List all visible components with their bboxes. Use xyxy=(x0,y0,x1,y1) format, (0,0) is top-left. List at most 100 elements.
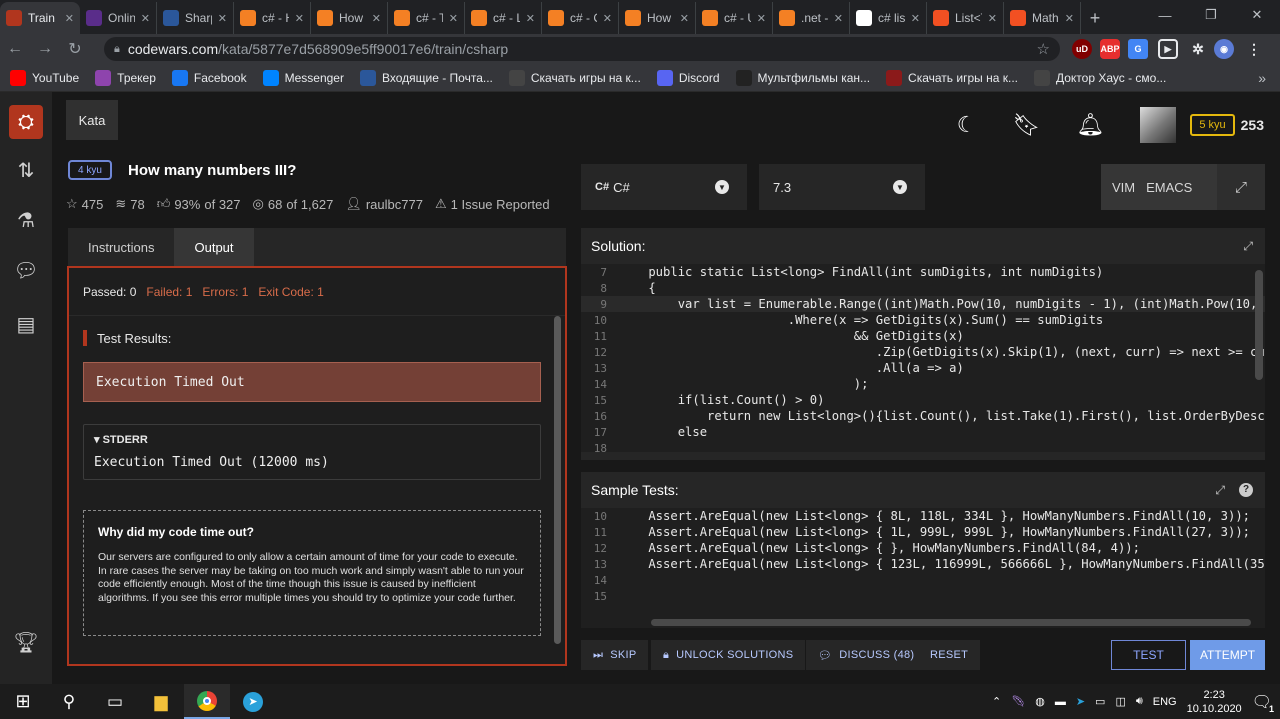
fullscreen-icon[interactable]: ⤢ xyxy=(1217,164,1265,210)
browser-tab[interactable]: How to ✕ xyxy=(311,2,388,34)
task-view-icon[interactable]: ▭ xyxy=(92,684,138,719)
code-line[interactable]: 10 .Where(x => GetDigits(x).Sum() == sum… xyxy=(581,312,1265,328)
attempt-button[interactable]: ATTEMPT xyxy=(1190,640,1265,670)
telegram-taskbar-icon[interactable]: ➤ xyxy=(230,684,276,719)
stderr-label[interactable]: ▾ STDERR xyxy=(94,433,148,446)
vim-mode-button[interactable]: VIM xyxy=(1112,180,1135,195)
test-button[interactable]: TEST xyxy=(1111,640,1186,670)
browser-tab[interactable]: How to ✕ xyxy=(619,2,696,34)
expand-icon[interactable]: ⤢ xyxy=(1215,483,1225,498)
code-line[interactable]: 9 var list = Enumerable.Range((int)Math.… xyxy=(581,296,1265,312)
codewars-logo-icon[interactable]: ⛭ xyxy=(9,105,43,139)
telegram-tray-icon[interactable]: ➤ xyxy=(1076,695,1085,708)
bookmark-item[interactable]: Доктор Хаус - смо... xyxy=(1033,69,1166,86)
close-tab-icon[interactable]: ✕ xyxy=(141,12,150,25)
close-window-icon[interactable]: ✕ xyxy=(1234,0,1280,30)
file-explorer-icon[interactable]: ▆ xyxy=(138,684,184,719)
close-tab-icon[interactable]: ✕ xyxy=(218,12,227,25)
browser-tab[interactable]: Online ✕ xyxy=(80,2,157,34)
close-tab-icon[interactable]: ✕ xyxy=(988,12,997,25)
battery-icon[interactable]: ▭ xyxy=(1095,695,1105,708)
tests-hscrollbar[interactable] xyxy=(651,619,1251,626)
profile-avatar-icon[interactable]: ◉ xyxy=(1214,39,1234,59)
browser-tab[interactable]: c# - Ho ✕ xyxy=(234,2,311,34)
close-tab-icon[interactable]: ✕ xyxy=(680,12,689,25)
kata-tree-icon[interactable]: ⚗ xyxy=(10,204,42,236)
steam-icon[interactable]: ◍ xyxy=(1035,695,1045,708)
reset-button[interactable]: RESET xyxy=(918,640,981,670)
windows-start-icon[interactable]: ⊞ xyxy=(0,684,46,719)
system-clock[interactable]: 2:23 10.10.2020 xyxy=(1187,688,1242,716)
solution-editor[interactable]: 7 public static List<long> FindAll(int s… xyxy=(581,264,1265,460)
feather-icon[interactable]: 🪶︎ xyxy=(1011,695,1025,708)
notifications-bell-icon[interactable]: 🔔︎ xyxy=(1076,112,1104,138)
kata-title[interactable]: How many numbers III? xyxy=(128,162,296,179)
bookmark-item[interactable]: Скачать игры на к... xyxy=(886,69,1018,86)
close-tab-icon[interactable]: ✕ xyxy=(834,12,843,25)
maximize-icon[interactable]: ❐ xyxy=(1188,0,1234,30)
discuss-icon[interactable]: 💬︎ xyxy=(10,254,42,286)
show-hidden-icons[interactable]: ⌃ xyxy=(992,695,1001,708)
issues-stat[interactable]: ⚠ 1 Issue Reported xyxy=(435,196,550,212)
unlock-solutions-button[interactable]: 🔒︎ UNLOCK SOLUTIONS xyxy=(651,640,806,670)
ublock-extension-icon[interactable]: uD xyxy=(1072,39,1092,59)
docs-icon[interactable]: ▤ xyxy=(10,308,42,340)
leaderboard-trophy-icon[interactable]: 🏆︎ xyxy=(10,626,42,658)
author-stat[interactable]: 👤︎ raulbc777 xyxy=(345,196,423,212)
browser-tab[interactable]: Train ✕ xyxy=(0,2,80,34)
sample-tests-editor[interactable]: 10 Assert.AreEqual(new List<long> { 8L, … xyxy=(581,508,1265,628)
code-line[interactable]: 7 public static List<long> FindAll(int s… xyxy=(581,264,1265,280)
notification-center-icon[interactable]: 🗨︎ 1 xyxy=(1252,692,1274,714)
browser-tab[interactable]: c# - Lin ✕ xyxy=(465,2,542,34)
new-tab-button[interactable]: + xyxy=(1081,2,1109,34)
help-icon[interactable]: ? xyxy=(1239,482,1253,497)
more-bookmarks-icon[interactable]: » xyxy=(1258,70,1266,86)
code-line[interactable]: 10 Assert.AreEqual(new List<long> { 8L, … xyxy=(581,508,1265,524)
bookmark-item[interactable]: Discord xyxy=(656,69,720,86)
skip-button[interactable]: ⏭ SKIP xyxy=(581,640,649,670)
bookmark-star-icon[interactable]: ☆ xyxy=(1037,40,1050,58)
nvidia-icon[interactable]: ▬ xyxy=(1055,696,1066,708)
bookmark-item[interactable]: Messenger xyxy=(262,69,344,86)
browser-tab[interactable]: List<T> ✕ xyxy=(927,2,1004,34)
code-line[interactable]: 15 if(list.Count() > 0) xyxy=(581,392,1265,408)
bookmark-item[interactable]: Скачать игры на к... xyxy=(508,69,641,86)
address-bar[interactable]: 🔒︎ codewars.com/kata/5877e7d568909e5ff90… xyxy=(104,37,1060,61)
output-scrollbar[interactable] xyxy=(554,316,561,644)
bookmark-item[interactable]: Трекер xyxy=(95,69,156,86)
emacs-mode-button[interactable]: EMACS xyxy=(1146,180,1192,195)
stderr-block[interactable]: ▾ STDERR Execution Timed Out (12000 ms) xyxy=(83,424,541,480)
code-line[interactable]: 14 ); xyxy=(581,376,1265,392)
code-line[interactable]: 12 Assert.AreEqual(new List<long> { }, H… xyxy=(581,540,1265,556)
timeout-result[interactable]: Execution Timed Out xyxy=(83,362,541,402)
browser-tab[interactable]: .net - G ✕ xyxy=(773,2,850,34)
practice-icon[interactable]: ⇅ xyxy=(10,154,42,186)
code-line[interactable]: 13 Assert.AreEqual(new List<long> { 123L… xyxy=(581,556,1265,572)
browser-tab[interactable]: SharpL ✕ xyxy=(157,2,234,34)
code-line[interactable]: 15 xyxy=(581,588,1265,604)
browser-tab[interactable]: c# - Usi ✕ xyxy=(696,2,773,34)
expand-icon[interactable]: ⤢ xyxy=(1243,239,1253,254)
close-tab-icon[interactable]: ✕ xyxy=(757,12,766,25)
tab-instructions[interactable]: Instructions xyxy=(68,228,174,266)
language-select[interactable]: C# C# ▼ xyxy=(581,164,747,210)
code-line[interactable]: 11 Assert.AreEqual(new List<long> { 1L, … xyxy=(581,524,1265,540)
close-tab-icon[interactable]: ✕ xyxy=(1065,12,1074,25)
close-tab-icon[interactable]: ✕ xyxy=(372,12,381,25)
collections-stat[interactable]: ≋ 78 xyxy=(115,196,144,212)
close-tab-icon[interactable]: ✕ xyxy=(526,12,535,25)
stars-stat[interactable]: ☆ 475 xyxy=(66,196,103,212)
browser-tab[interactable]: c# - Ch ✕ xyxy=(542,2,619,34)
close-tab-icon[interactable]: ✕ xyxy=(65,12,74,25)
back-icon[interactable]: ← xyxy=(0,35,30,63)
bookmark-item[interactable]: Facebook xyxy=(171,69,247,86)
close-tab-icon[interactable]: ✕ xyxy=(911,12,920,25)
tab-output[interactable]: Output xyxy=(174,228,254,266)
dark-mode-moon-icon[interactable]: ☾ xyxy=(957,112,977,138)
chrome-taskbar-icon[interactable] xyxy=(184,684,230,719)
network-icon[interactable]: ◫ xyxy=(1115,695,1125,708)
close-tab-icon[interactable]: ✕ xyxy=(449,12,458,25)
minimize-icon[interactable]: — xyxy=(1142,0,1188,30)
adblock-extension-icon[interactable]: ABP xyxy=(1100,39,1120,59)
code-line[interactable]: 8 { xyxy=(581,280,1265,296)
